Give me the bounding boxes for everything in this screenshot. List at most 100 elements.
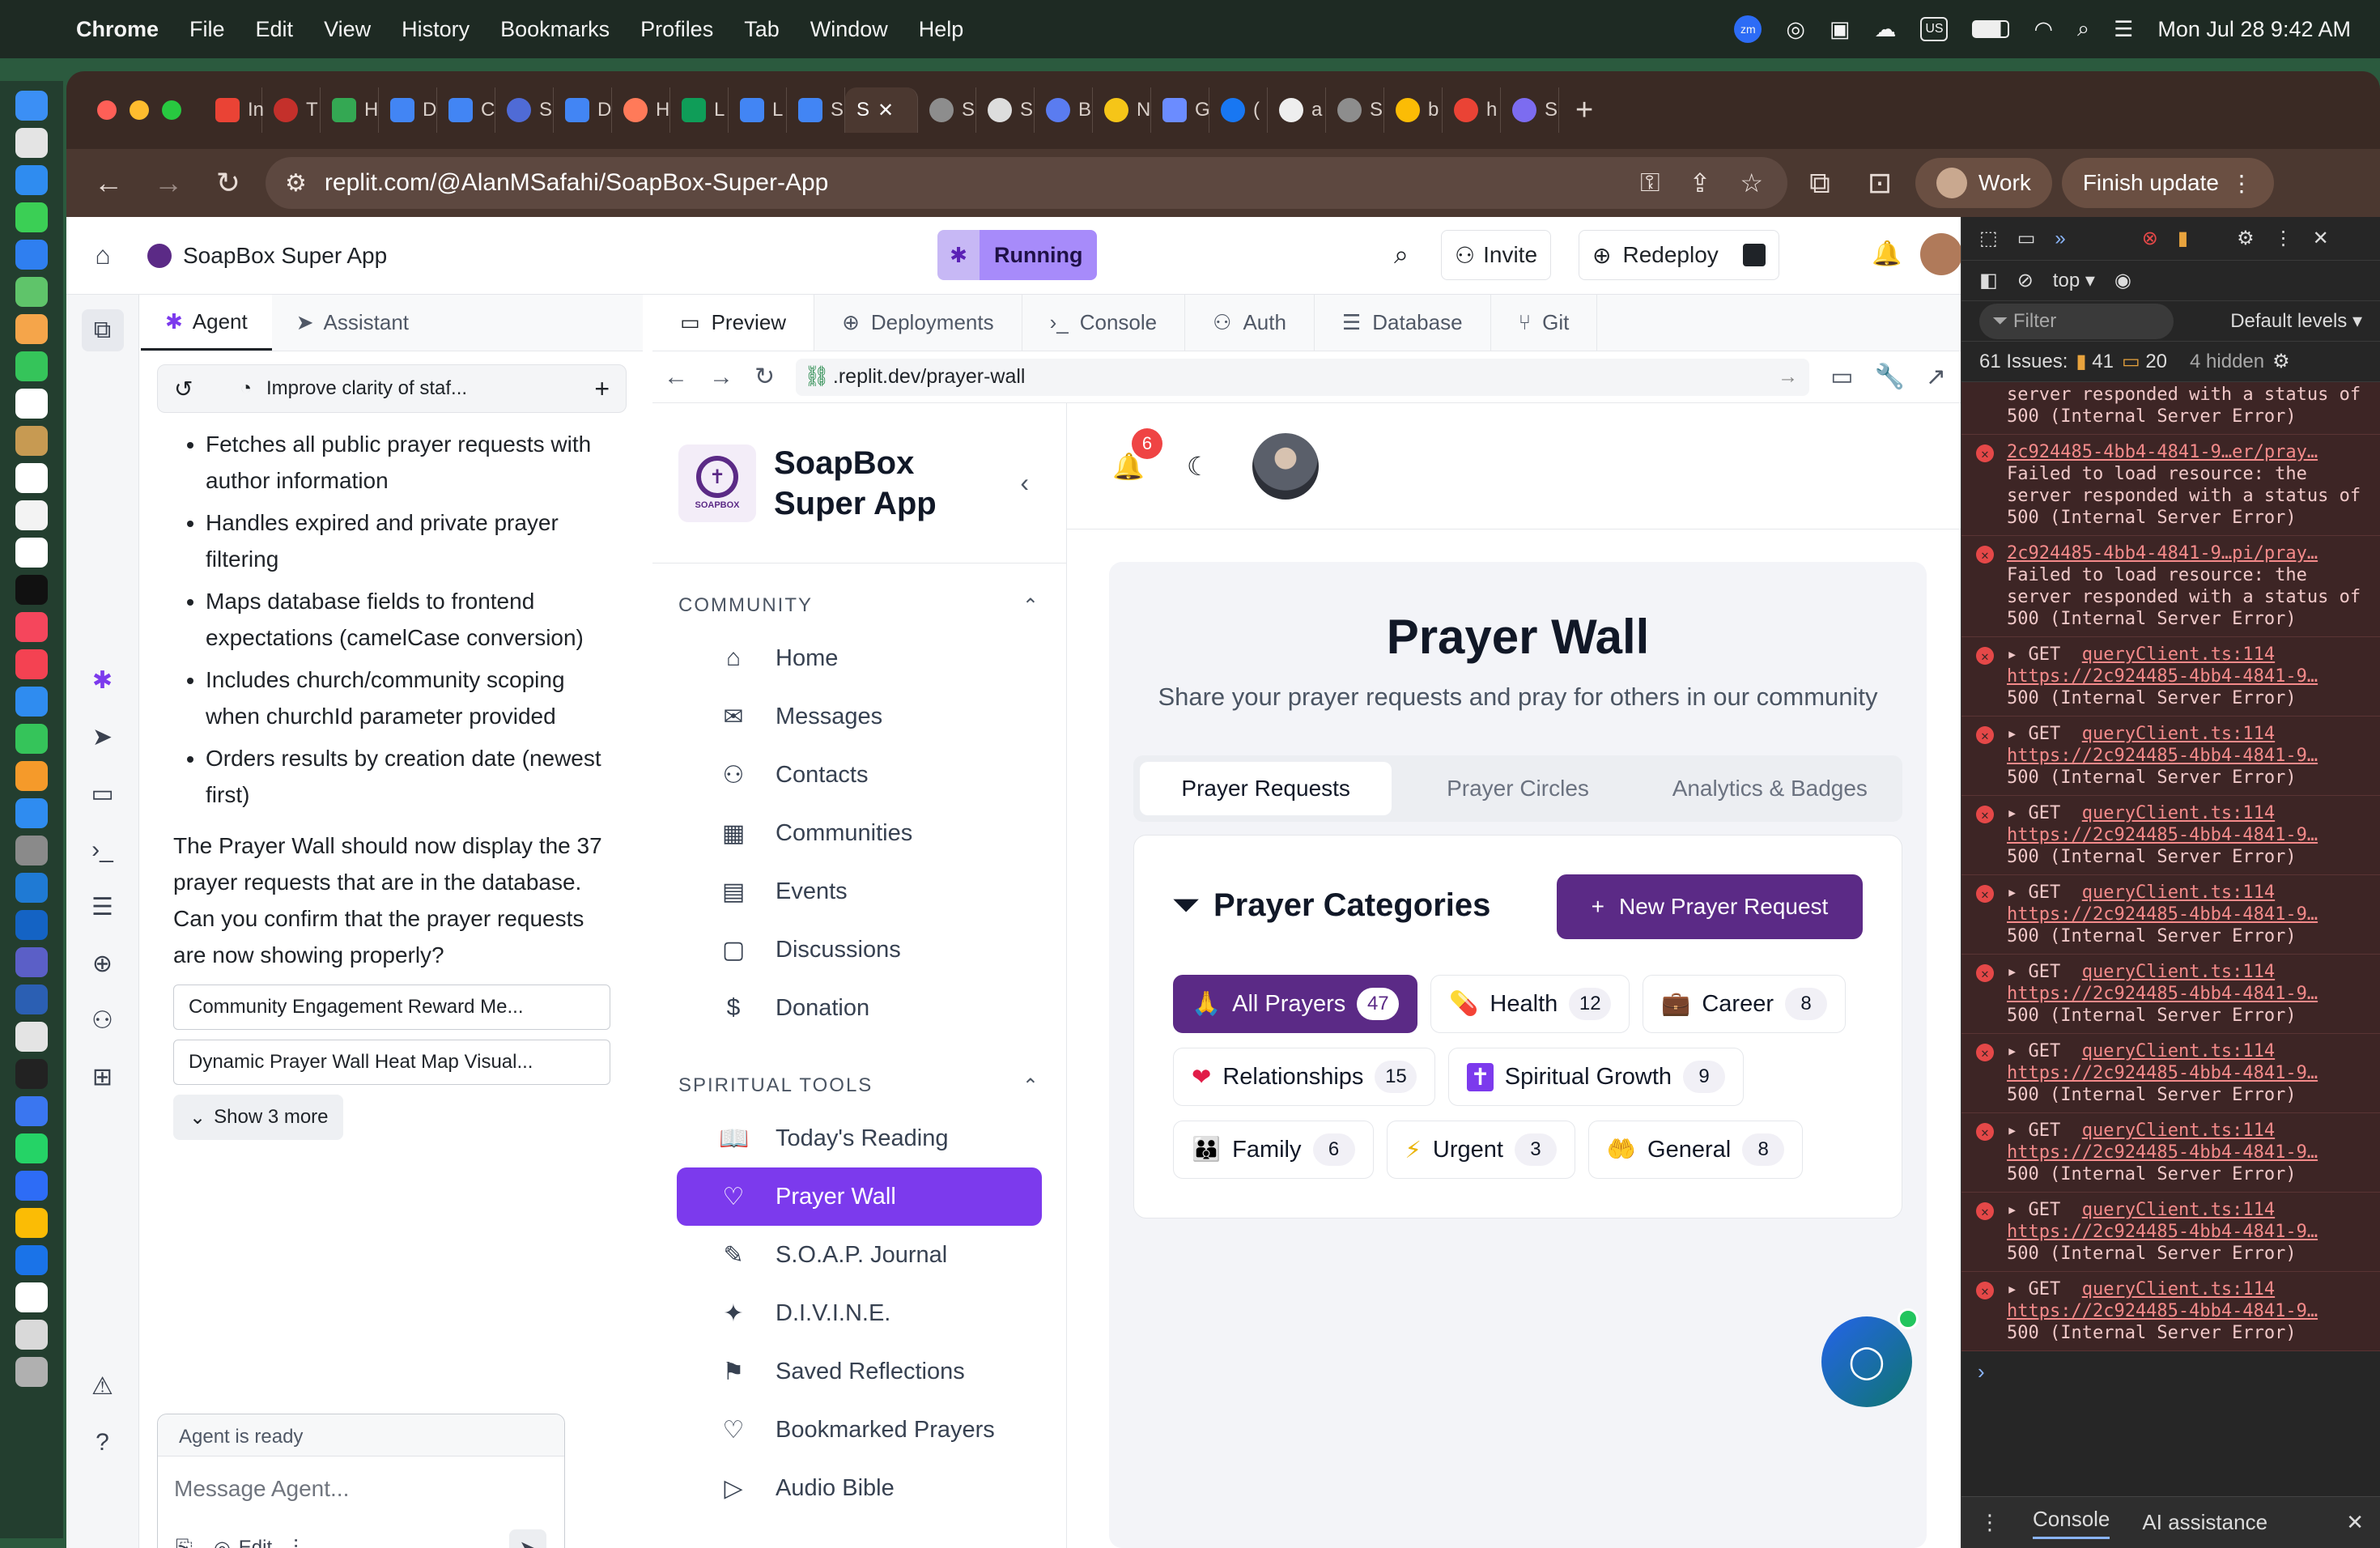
invite-button[interactable]: ⚇ Invite	[1441, 230, 1552, 280]
minimize-window-button[interactable]	[130, 100, 149, 120]
error-source-link[interactable]: 2c924485-4bb4-4841-9…pi/pray…	[2007, 543, 2318, 563]
category-relationships[interactable]: ❤ Relationships 15	[1173, 1048, 1436, 1106]
nav-bookmarked-prayers[interactable]: ♡ Bookmarked Prayers	[677, 1401, 1042, 1459]
forward-icon[interactable]: →	[151, 166, 186, 200]
close-drawer-icon[interactable]: ✕	[2346, 1510, 2364, 1535]
clear-console-icon[interactable]: ⊘	[2017, 269, 2034, 292]
browser-tab[interactable]: S	[787, 87, 845, 133]
console-filter-input[interactable]: ⏷ Filter	[1979, 303, 2174, 339]
history-icon[interactable]: ↺	[174, 376, 193, 402]
preview-icon[interactable]	[15, 1022, 48, 1052]
more-vertical-icon[interactable]: ⋮	[2274, 227, 2293, 250]
attach-icon[interactable]: ⎘	[176, 1535, 193, 1548]
zoom-app-icon[interactable]	[15, 1171, 48, 1201]
auth-icon[interactable]: ⚇	[82, 999, 124, 1041]
tab-preview[interactable]: ▭ Preview	[652, 295, 815, 351]
console-icon[interactable]: ›_	[82, 829, 124, 871]
category-spiritual-growth[interactable]: ✝ Spiritual Growth 9	[1448, 1048, 1745, 1106]
source-link[interactable]: queryClient.ts:114	[2082, 724, 2275, 744]
spotlight-icon[interactable]: ⌕	[2077, 16, 2089, 42]
nav-messages[interactable]: ✉ Messages	[677, 687, 1042, 746]
new-tab-icon[interactable]: +	[1575, 93, 1593, 128]
reload-icon[interactable]: ↻	[210, 166, 246, 200]
calendar-icon[interactable]	[15, 389, 48, 419]
music-icon[interactable]	[15, 612, 48, 642]
profile-button[interactable]: Work	[1915, 158, 2052, 208]
tab-prayer-requests[interactable]: Prayer Requests	[1140, 762, 1392, 815]
onepassword-icon[interactable]	[15, 1245, 48, 1275]
request-url-link[interactable]: https://2c924485-4bb4-4841-9…	[2007, 746, 2318, 766]
error-count-icon[interactable]: ⊗	[2142, 227, 2158, 250]
cloud-icon[interactable]: ☁	[1874, 17, 1896, 42]
tab-console[interactable]: ›_ Console	[1022, 295, 1186, 351]
new-prayer-request-button[interactable]: + New Prayer Request	[1557, 874, 1863, 939]
calendar2-icon[interactable]	[15, 1282, 48, 1312]
nav-soap-journal[interactable]: ✎ S.O.A.P. Journal	[677, 1226, 1042, 1284]
source-link[interactable]: queryClient.ts:114	[2082, 1279, 2275, 1299]
request-url-link[interactable]: https://2c924485-4bb4-4841-9…	[2007, 984, 2318, 1004]
browser-tab[interactable]: S	[976, 87, 1035, 133]
settings-sliders-icon[interactable]: ⫶	[293, 1535, 299, 1548]
category-family[interactable]: 👪 Family 6	[1173, 1121, 1374, 1179]
notifications-bell[interactable]: 🔔 6	[1112, 427, 1162, 482]
message-input[interactable]: Message Agent...	[158, 1457, 564, 1521]
tab-prayer-circles[interactable]: Prayer Circles	[1392, 762, 1643, 815]
edit-mode-button[interactable]: ◎ Edit	[214, 1537, 272, 1548]
trash-icon[interactable]	[15, 1357, 48, 1387]
finish-update-button[interactable]: Finish update ⋮	[2061, 158, 2274, 208]
menu-profiles[interactable]: Profiles	[640, 17, 713, 42]
request-url-link[interactable]: https://2c924485-4bb4-4841-9…	[2007, 1142, 2318, 1163]
browser-tab[interactable]: H	[321, 87, 379, 133]
console-prompt[interactable]: ›	[1961, 1351, 2380, 1393]
error-source-link[interactable]: 2c924485-4bb4-4841-9…er/pray…	[2007, 442, 2318, 462]
settings-gear-icon[interactable]: ⚙	[2272, 350, 2290, 373]
vscode-icon[interactable]	[15, 873, 48, 903]
browser-tab[interactable]: D	[379, 87, 437, 133]
sidebar-toggle-icon[interactable]: ◧	[1979, 269, 1998, 292]
terminal-icon[interactable]	[15, 1059, 48, 1089]
mail-icon[interactable]	[15, 240, 48, 270]
dark-mode-toggle-icon[interactable]: ☾	[1187, 451, 1210, 482]
nav-donation[interactable]: $ Donation	[677, 979, 1042, 1037]
new-chat-icon[interactable]: +	[594, 374, 610, 404]
expand-triangle-icon[interactable]: ▸	[2007, 803, 2029, 823]
expand-triangle-icon[interactable]: ▸	[2007, 962, 2029, 982]
back-icon[interactable]: ←	[664, 364, 688, 391]
tab-assistant[interactable]: ➤ Assistant	[272, 295, 433, 351]
menu-help[interactable]: Help	[919, 17, 964, 42]
browser-tab[interactable]: N	[1093, 87, 1151, 133]
menu-file[interactable]: File	[189, 17, 225, 42]
back-icon[interactable]: ←	[91, 166, 126, 200]
preview-icon[interactable]: ▭	[82, 772, 124, 814]
grid-icon[interactable]: ⊞	[82, 1056, 124, 1098]
go-icon[interactable]: →	[1778, 365, 1798, 389]
assistant-icon[interactable]: ➤	[82, 716, 124, 758]
levels-select[interactable]: Default levels ▾	[2230, 309, 2362, 333]
deployments-icon[interactable]: ⊕	[82, 942, 124, 985]
facetime-icon[interactable]	[15, 351, 48, 381]
numbers-icon[interactable]	[15, 724, 48, 754]
help-bell-icon[interactable]: ⚠	[82, 1365, 124, 1407]
menu-history[interactable]: History	[402, 17, 470, 42]
browser-tab[interactable]: (	[1209, 87, 1268, 133]
tab-ai-assistance[interactable]: AI assistance	[2142, 1510, 2267, 1535]
settings-icon[interactable]	[15, 836, 48, 865]
close-devtools-icon[interactable]: ✕	[2313, 227, 2329, 250]
run-status[interactable]: ✱ Running	[937, 230, 1098, 280]
tab-analytics-badges[interactable]: Analytics & Badges	[1644, 762, 1896, 815]
media-icon[interactable]: ⊡	[1862, 166, 1898, 200]
expand-triangle-icon[interactable]: ▸	[2007, 1200, 2029, 1220]
category-urgent[interactable]: ⚡ Urgent 3	[1386, 1121, 1575, 1179]
extensions-icon[interactable]: ⧉	[1802, 166, 1838, 201]
expand-triangle-icon[interactable]: ▸	[2007, 644, 2029, 665]
eye-icon[interactable]: ◉	[2114, 269, 2131, 292]
inspect-icon[interactable]: ⬚	[1979, 227, 1998, 250]
drawer-menu-icon[interactable]: ⋮	[1979, 1510, 2000, 1535]
context-select[interactable]: top ▾	[2053, 269, 2095, 292]
browser-tab[interactable]: C	[437, 87, 495, 133]
messages-icon[interactable]	[15, 202, 48, 232]
keynote-icon[interactable]	[15, 687, 48, 717]
suggestion-chip[interactable]: Community Engagement Reward Me...	[173, 985, 610, 1030]
expand-triangle-icon[interactable]: ▸	[2007, 724, 2029, 744]
thread-title[interactable]: Improve clarity of staf...	[266, 377, 467, 400]
